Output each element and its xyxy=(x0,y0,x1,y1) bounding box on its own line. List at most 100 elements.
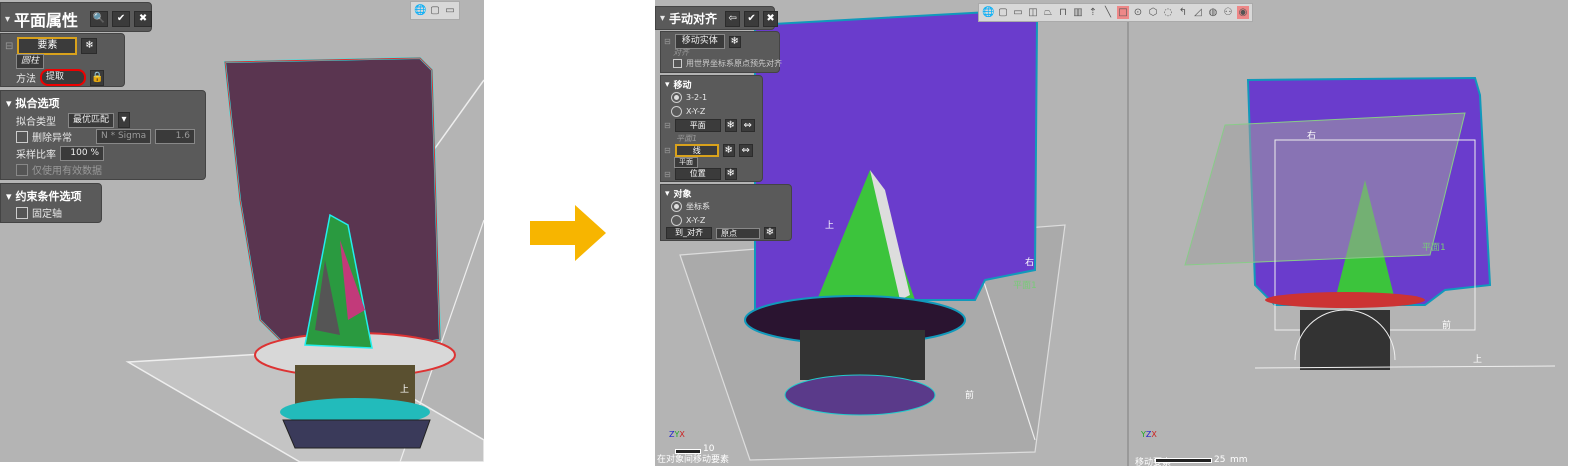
rect-select-icon[interactable]: □ xyxy=(1117,6,1129,19)
split-icon[interactable]: ▥ xyxy=(1072,6,1084,19)
polygon-select-icon[interactable]: ⬡ xyxy=(1147,6,1159,19)
constraint-section-title[interactable]: 约束条件选项 xyxy=(16,188,82,204)
sampling-label: 采样比率 xyxy=(16,150,56,161)
radio-coordinate-system[interactable] xyxy=(671,201,682,212)
move-panel: ▾ 移动 3-2-1 X-Y-Z ⊟ 平面 ❄ ⇔ 平面1 ⊟ 线 ❄ ⇔ 平面 ⊟ 位置 ❄ xyxy=(660,75,763,182)
fit-options-panel: ▾ 拟合选项 拟合类型 最优匹配 ▾ 删除异常 N * Sigma 1.6 采样比率 100… xyxy=(0,90,206,180)
view2-label-up: 上 xyxy=(1473,355,1483,365)
view-label-front: 前 xyxy=(965,391,975,401)
view-toolbar[interactable]: 🌐 ▢ ▭ ◫ ⏢ ⊓ ▥ ⇡ ╲ □ ⊙ ⬡ ◌ ↰ ◿ ◍ ⚇ ◉ xyxy=(978,3,1253,22)
surface-icon[interactable]: ◍ xyxy=(1207,6,1219,19)
radio-321-label: 3-2-1 xyxy=(686,93,708,102)
sigma-dropdown[interactable]: N * Sigma xyxy=(96,129,151,144)
clip-plane-icon[interactable]: ⏢ xyxy=(1042,6,1054,19)
clip-box-icon[interactable]: ⊓ xyxy=(1057,6,1069,19)
panel-title: 手动对齐 xyxy=(669,12,718,26)
align-label: 对齐 xyxy=(673,48,689,57)
panel-title: 平面属性 xyxy=(14,11,79,30)
fixed-axis-checkbox[interactable] xyxy=(16,206,28,219)
radio-321[interactable] xyxy=(671,92,682,103)
circle-select-icon[interactable]: ⊙ xyxy=(1132,6,1144,19)
element-sub-tag[interactable]: 圆柱 xyxy=(16,54,45,69)
search-button[interactable]: 🔍 xyxy=(90,11,109,27)
sigma-value-input[interactable]: 1.6 xyxy=(155,129,195,144)
manual-align-header: ▾ 手动对齐 ⇦ ✔ ✖ xyxy=(655,6,779,30)
constraint-panel: ▾ 约束条件选项 固定轴 xyxy=(0,183,102,223)
view-label-right: 右 xyxy=(1025,258,1035,268)
paint-icon[interactable]: ◿ xyxy=(1192,6,1204,19)
line-sub-tag[interactable]: 平面 xyxy=(674,157,698,168)
element-panel: ⊟ 要素 ❄ 圆柱 方法 提取 🔒 xyxy=(0,33,125,87)
position-selector[interactable]: 位置 xyxy=(674,168,721,180)
flip-icon[interactable]: ⇔ xyxy=(740,119,755,132)
scale-value-right: 25 xyxy=(1214,455,1226,465)
collapse-icon[interactable]: ▾ xyxy=(5,14,10,25)
to-align-selector[interactable]: 到_对齐 xyxy=(666,227,712,239)
flip-icon-2[interactable]: ⇔ xyxy=(738,144,753,157)
view-label-plane1: 平面1 xyxy=(1013,281,1037,291)
prealign-checkbox[interactable] xyxy=(673,59,682,68)
axis-triad-icon: ZYX xyxy=(669,430,685,439)
scale-bar-left xyxy=(675,449,701,454)
plane-selector[interactable]: 平面 xyxy=(674,119,721,132)
left-screenshot-viewport[interactable]: 上 🌐 ▢ ▭ ▾ 平面属性 🔍 ✔ ✖ ⊟ 要素 ❄ 圆柱 方法 提取 🔒 ▾ 拟合… xyxy=(0,0,484,462)
axis-triad-icon-2: YZX xyxy=(1141,430,1157,439)
target-panel: ▾ 对象 坐标系 X-Y-Z 到_对齐 原点 ❄ xyxy=(660,184,792,241)
view2-label-front: 前 xyxy=(1442,321,1452,331)
radio-target-xyz[interactable] xyxy=(671,215,682,226)
fit-type-dropdown[interactable]: 最优匹配 xyxy=(68,112,115,128)
plane-properties-header: ▾ 平面属性 🔍 ✔ ✖ xyxy=(0,2,153,32)
scale-unit: mm xyxy=(1230,455,1248,465)
radio-xyz-label: X-Y-Z xyxy=(686,107,706,116)
shade-icon[interactable]: ▭ xyxy=(444,4,456,17)
sampling-input[interactable]: 100 % xyxy=(60,146,104,161)
shade-icon[interactable]: ▭ xyxy=(1012,6,1024,19)
view-toolbar[interactable]: 🌐 ▢ ▭ xyxy=(410,1,460,20)
right-screenshot-viewport[interactable]: 上 前 右 平面1 右 平面1 前 上 🌐 ▢ ▭ ◫ ⏢ ⊓ ▥ ⇡ ╲ □ ⊙ ⬡ ◌ ↰ ◿ ◍ ⚇ ◉ ▾… xyxy=(655,0,1568,466)
radio-target-xyz-label: X-Y-Z xyxy=(686,216,706,225)
align-icon[interactable]: ⇡ xyxy=(1087,6,1099,19)
method-label: 方法 xyxy=(16,74,36,85)
scale-bar-right xyxy=(1155,458,1212,463)
element-selector[interactable]: 要素 xyxy=(17,37,78,55)
eye-icon[interactable]: ◉ xyxy=(1237,6,1249,19)
line-icon[interactable]: ╲ xyxy=(1102,6,1114,19)
prealign-label: 用世界坐标系原点预先对齐 xyxy=(686,59,782,68)
plane-sub: 平面1 xyxy=(676,134,698,143)
remove-outliers-label: 删除异常 xyxy=(32,133,72,144)
arrow-right-icon xyxy=(530,205,606,261)
lasso-icon[interactable]: ◌ xyxy=(1162,6,1174,19)
radio-xyz[interactable] xyxy=(671,106,682,117)
valid-only-checkbox[interactable] xyxy=(16,163,28,176)
view-label-up: 上 xyxy=(400,385,410,395)
radio-cs-label: 坐标系 xyxy=(686,202,710,211)
valid-only-label: 仅使用有效数据 xyxy=(32,166,102,177)
section-icon[interactable]: ◫ xyxy=(1027,6,1039,19)
fixed-axis-label: 固定轴 xyxy=(32,209,62,220)
cube-view-icon[interactable]: ▢ xyxy=(429,4,441,17)
scale-value-left: 10 xyxy=(703,444,715,454)
view2-label-plane1: 平面1 xyxy=(1422,243,1446,253)
method-dropdown[interactable]: 提取 xyxy=(40,69,86,86)
person-icon[interactable]: ⚇ xyxy=(1222,6,1234,19)
origin-dropdown[interactable]: 原点 xyxy=(716,227,760,239)
globe-view-icon[interactable]: 🌐 xyxy=(982,6,994,19)
move-section-title[interactable]: 移动 xyxy=(674,78,692,91)
confirm-button[interactable]: ✔ xyxy=(112,11,131,27)
snowflake-icon[interactable]: ❄ xyxy=(81,38,98,54)
fit-section-title[interactable]: 拟合选项 xyxy=(16,95,60,111)
view-label-up: 上 xyxy=(825,221,835,231)
fit-type-label: 拟合类型 xyxy=(16,116,56,128)
close-button[interactable]: ✖ xyxy=(134,11,153,27)
globe-view-icon[interactable]: 🌐 xyxy=(414,4,426,17)
lock-icon[interactable]: 🔒 xyxy=(90,69,104,86)
back-button[interactable]: ⇦ xyxy=(725,10,741,27)
remove-outliers-checkbox[interactable] xyxy=(16,130,28,143)
view2-label-right: 右 xyxy=(1307,131,1317,141)
line-selector[interactable]: 线 xyxy=(674,144,719,157)
cube-view-icon[interactable]: ▢ xyxy=(997,6,1009,19)
target-section-title[interactable]: 对象 xyxy=(674,187,692,200)
confirm-button[interactable]: ✔ xyxy=(744,10,760,27)
close-button[interactable]: ✖ xyxy=(763,10,779,27)
brush-icon[interactable]: ↰ xyxy=(1177,6,1189,19)
